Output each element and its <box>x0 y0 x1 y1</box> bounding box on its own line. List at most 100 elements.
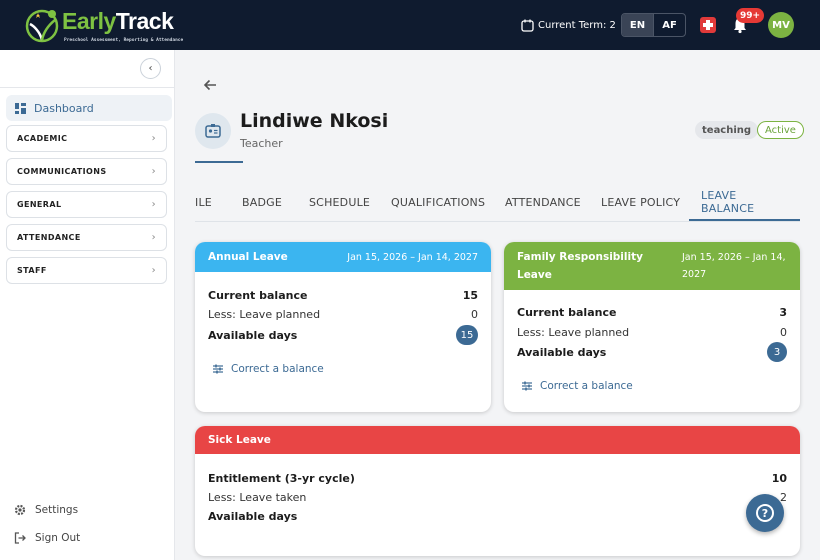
sidebar-item-label: ACADEMIC <box>17 134 68 143</box>
sidebar-item-general[interactable]: GENERAL › <box>6 191 167 218</box>
tab-attendance[interactable]: ATTENDANCE <box>505 184 581 221</box>
sidebar-item-label: ATTENDANCE <box>17 233 81 242</box>
logo-mark-icon <box>25 9 59 43</box>
chevron-right-icon: › <box>151 232 156 243</box>
correct-balance-label: Correct a balance <box>231 363 324 375</box>
planned-value: 0 <box>780 325 787 339</box>
available-label: Available days <box>517 345 607 359</box>
arrow-left-icon <box>203 79 216 91</box>
planned-value: 0 <box>471 307 478 321</box>
family-leave-card: Family Responsibility Leave Jan 15, 2026… <box>504 242 800 412</box>
planned-label: Less: Leave planned <box>517 325 630 339</box>
planned-row: Less: Leave planned 0 <box>517 324 787 340</box>
sidebar-item-dashboard[interactable]: Dashboard <box>6 95 172 121</box>
sidebar: ‹ Dashboard ACADEMIC › COMMUNICATIONS › … <box>0 50 175 560</box>
balance-label: Current balance <box>208 288 308 302</box>
entitlement-value: 10 <box>771 471 787 485</box>
card-title: Annual Leave <box>208 251 288 263</box>
profile-role: Teacher <box>240 137 283 150</box>
current-term-label: Current Term: 2 <box>538 19 616 31</box>
chevron-right-icon: › <box>151 166 156 177</box>
sidebar-divider <box>0 87 174 88</box>
help-button[interactable]: ? <box>746 494 784 532</box>
balance-value: 15 <box>462 288 478 302</box>
card-header: Annual Leave Jan 15, 2026 – Jan 14, 2027 <box>195 242 491 272</box>
language-af-button[interactable]: AF <box>653 14 685 36</box>
top-bar: EarlyTrack Preschool Assessment, Reporti… <box>0 0 820 50</box>
balance-row: Current balance 15 <box>208 287 478 303</box>
calendar-icon <box>521 19 534 32</box>
card-dates: Jan 15, 2026 – Jan 14, 2027 <box>347 251 478 263</box>
sidebar-item-attendance[interactable]: ATTENDANCE › <box>6 224 167 251</box>
available-label: Available days <box>208 509 298 523</box>
tab-profile[interactable]: ILE <box>195 184 212 221</box>
sidebar-item-academic[interactable]: ACADEMIC › <box>6 125 167 152</box>
tab-qualifications[interactable]: QUALIFICATIONS <box>391 184 485 221</box>
tab-badge[interactable]: BADGE <box>242 184 282 221</box>
question-icon: ? <box>756 504 774 522</box>
tab-schedule[interactable]: SCHEDULE <box>309 184 370 221</box>
annual-leave-card: Annual Leave Jan 15, 2026 – Jan 14, 2027… <box>195 242 491 412</box>
entitlement-row: Entitlement (3-yr cycle) 10 <box>208 470 787 486</box>
sidebar-item-communications[interactable]: COMMUNICATIONS › <box>6 158 167 185</box>
available-days-pill: 3 <box>767 342 787 362</box>
chevron-right-icon: › <box>151 133 156 144</box>
sidebar-item-label: Sign Out <box>35 532 81 544</box>
sick-leave-card: Sick Leave Entitlement (3-yr cycle) 10 L… <box>195 426 800 556</box>
sidebar-item-label: Settings <box>35 504 79 516</box>
language-en-button[interactable]: EN <box>622 14 653 36</box>
available-row: Available days 15 <box>208 324 478 346</box>
sidebar-item-label: Dashboard <box>34 101 94 115</box>
tab-leave-policy[interactable]: LEAVE POLICY <box>601 184 680 221</box>
dashboard-icon <box>15 102 26 114</box>
available-row: Available days 3 <box>517 341 787 363</box>
balance-label: Current balance <box>517 305 617 319</box>
chevron-right-icon: › <box>151 265 156 276</box>
gear-icon <box>14 504 26 516</box>
chevron-left-icon: ‹ <box>148 63 153 74</box>
app-tagline: Preschool Assessment, Reporting & Attend… <box>64 38 184 43</box>
status-badge: Active <box>757 121 804 139</box>
sidebar-item-label: GENERAL <box>17 200 62 209</box>
available-days-pill: 15 <box>456 325 478 345</box>
title-underline <box>195 161 243 163</box>
correct-balance-button[interactable]: Correct a balance <box>521 380 633 392</box>
card-title: Family Responsibility Leave <box>517 251 643 281</box>
back-button[interactable] <box>202 77 220 95</box>
tab-leave-balance[interactable]: LEAVE BALANCE <box>689 184 800 221</box>
page-title: Lindiwe Nkosi <box>240 110 389 132</box>
available-label: Available days <box>208 328 298 342</box>
medical-cross-icon[interactable] <box>700 17 716 33</box>
app-name: EarlyTrack <box>62 8 174 34</box>
correct-balance-button[interactable]: Correct a balance <box>212 363 324 375</box>
logout-icon <box>14 532 26 544</box>
chevron-right-icon: › <box>151 199 156 210</box>
sidebar-item-sign-out[interactable]: Sign Out <box>14 532 80 544</box>
planned-label: Less: Leave planned <box>208 307 321 321</box>
app-logo[interactable]: EarlyTrack Preschool Assessment, Reporti… <box>22 4 192 48</box>
notification-badge: 99+ <box>736 8 765 23</box>
taken-label: Less: Leave taken <box>208 490 307 504</box>
sidebar-item-staff[interactable]: STAFF › <box>6 257 167 284</box>
card-title: Sick Leave <box>208 434 271 446</box>
language-switcher: EN AF <box>621 13 686 37</box>
correct-balance-label: Correct a balance <box>540 380 633 392</box>
card-header: Family Responsibility Leave Jan 15, 2026… <box>504 242 800 290</box>
current-term-button[interactable]: Current Term: 2 <box>521 15 616 35</box>
sidebar-item-label: COMMUNICATIONS <box>17 167 107 176</box>
sidebar-collapse-button[interactable]: ‹ <box>140 58 161 79</box>
available-row: Available days <box>208 508 787 524</box>
card-dates: Jan 15, 2026 – Jan 14, 2027 <box>682 252 786 280</box>
avatar[interactable]: MV <box>768 12 794 38</box>
balance-value: 3 <box>779 305 787 319</box>
main-content: Lindiwe Nkosi Teacher teaching Active IL… <box>175 50 820 560</box>
sidebar-item-settings[interactable]: Settings <box>14 504 78 516</box>
sidebar-item-label: STAFF <box>17 266 47 275</box>
staff-badge-icon <box>195 113 231 149</box>
sliders-icon <box>522 381 532 391</box>
entitlement-label: Entitlement (3-yr cycle) <box>208 471 355 485</box>
taken-value: 2 <box>780 490 787 504</box>
balance-row: Current balance 3 <box>517 304 787 320</box>
taken-row: Less: Leave taken 2 <box>208 489 787 505</box>
sliders-icon <box>213 364 223 374</box>
